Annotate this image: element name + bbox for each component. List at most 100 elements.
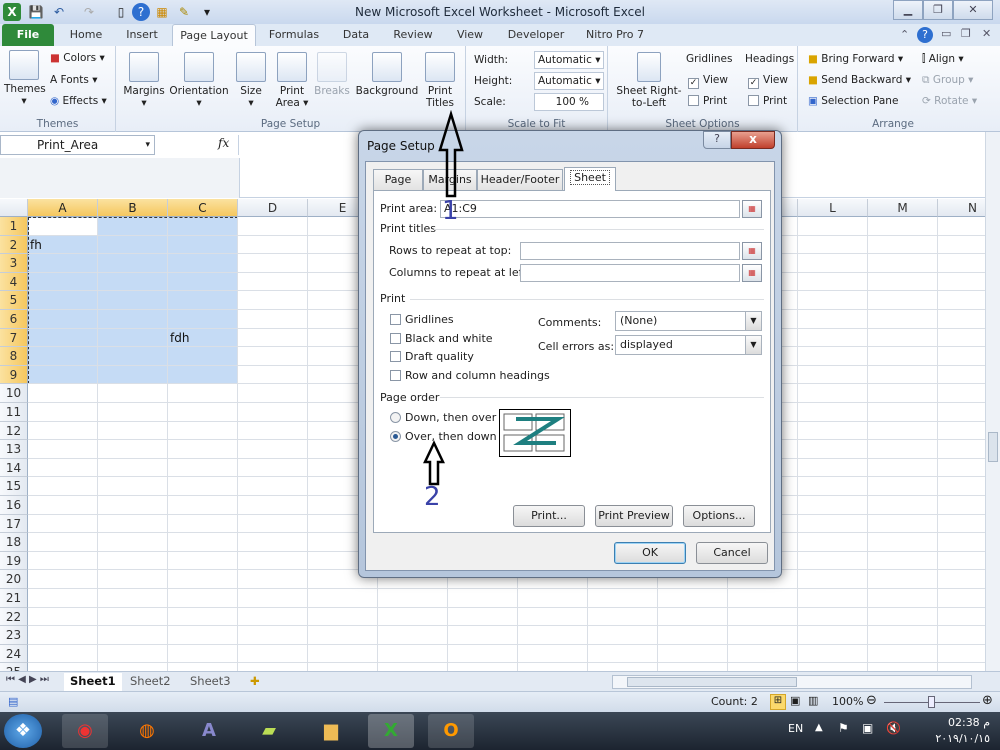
print-area-button[interactable]: Print Area ▾ — [274, 52, 310, 109]
collapse-dialog-icon[interactable]: ▦ — [742, 200, 762, 218]
row-header[interactable]: 16 — [0, 496, 28, 515]
width-dropdown[interactable]: Automatic ▾ — [534, 51, 604, 69]
row-header[interactable]: 14 — [0, 458, 28, 478]
sheet-tab-sheet3[interactable]: Sheet3 — [184, 673, 237, 691]
cell-c7[interactable]: fdh — [168, 329, 189, 347]
margins-button[interactable]: Margins ▾ — [122, 52, 166, 109]
zoom-in-button[interactable]: ⊕ — [982, 693, 993, 708]
scroll-thumb[interactable] — [988, 432, 998, 462]
cols-repeat-input[interactable] — [520, 264, 740, 282]
volume-muted-icon[interactable]: 🔇 — [886, 721, 901, 735]
print-titles-button[interactable]: Print Titles — [422, 52, 458, 109]
tab-insert[interactable]: Insert — [118, 24, 166, 46]
tab-formulas[interactable]: Formulas — [264, 24, 324, 46]
cell-a2[interactable]: fh — [28, 236, 42, 254]
sheet-rtl-button[interactable]: Sheet Right-to-Left — [612, 52, 686, 109]
collapse-dialog-icon[interactable]: ▦ — [742, 242, 762, 260]
selected-range[interactable] — [28, 217, 238, 385]
app-a-icon[interactable]: A — [186, 714, 232, 748]
column-header[interactable]: D — [238, 199, 308, 217]
row-header[interactable]: 10 — [0, 384, 28, 403]
macro-record-icon[interactable]: ▤ — [8, 695, 18, 708]
selection-pane-button[interactable]: ▣ Selection Pane — [808, 95, 898, 107]
insert-sheet-icon[interactable]: ✚ — [244, 673, 266, 691]
clock-time[interactable]: 02:38 م — [928, 716, 990, 729]
dialog-tab-header-footer[interactable]: Header/Footer — [477, 169, 563, 190]
options-button[interactable]: Options... — [683, 505, 755, 527]
column-header[interactable]: A — [28, 199, 98, 217]
tab-developer[interactable]: Developer — [504, 24, 568, 46]
row-header[interactable]: 6 — [0, 310, 28, 329]
firefox-icon[interactable]: ◍ — [124, 714, 170, 748]
dialog-close-button[interactable]: x — [731, 131, 775, 149]
language-indicator[interactable]: EN — [788, 722, 803, 735]
tab-data[interactable]: Data — [336, 24, 376, 46]
active-cell[interactable] — [29, 218, 98, 236]
tab-file[interactable]: File — [2, 24, 54, 46]
row-header[interactable]: 12 — [0, 421, 28, 441]
row-header[interactable]: 7 — [0, 328, 28, 348]
sticky-notes-icon[interactable]: ▰ — [246, 714, 292, 748]
print-preview-button[interactable]: Print Preview — [595, 505, 673, 527]
row-header[interactable]: 9 — [0, 365, 28, 385]
tray-expand-icon[interactable]: ▲ — [815, 722, 823, 733]
align-button[interactable]: ⫿ Align ▾ — [922, 53, 964, 66]
bring-forward-button[interactable]: ■ Bring Forward ▾ — [808, 53, 903, 65]
group-button[interactable]: ⧉ Group ▾ — [922, 74, 973, 87]
cancel-button[interactable]: Cancel — [696, 542, 768, 564]
scale-spinner[interactable]: 100 % — [534, 93, 604, 111]
row-header[interactable]: 5 — [0, 291, 28, 310]
zoom-out-button[interactable]: ⊖ — [866, 693, 877, 708]
horizontal-scrollbar[interactable] — [612, 675, 972, 689]
tab-view[interactable]: View — [448, 24, 492, 46]
themes-button[interactable]: Themes ▾ — [4, 50, 46, 107]
row-header[interactable]: 4 — [0, 272, 28, 292]
row-header[interactable]: 25 — [0, 663, 28, 671]
background-button[interactable]: Background — [354, 52, 420, 97]
sheet-tab-sheet1[interactable]: Sheet1 — [64, 673, 122, 691]
breaks-button[interactable]: Breaks — [314, 52, 350, 97]
excel-taskbar-icon[interactable]: X — [368, 714, 414, 748]
row-header[interactable]: 21 — [0, 589, 28, 608]
row-header[interactable]: 1 — [0, 217, 28, 236]
file-explorer-icon[interactable]: ▆ — [308, 714, 354, 748]
row-header[interactable]: 17 — [0, 514, 28, 534]
gridlines-checkbox[interactable]: Gridlines — [390, 313, 454, 326]
down-then-over-radio[interactable]: Down, then over — [390, 411, 496, 424]
tab-nitro[interactable]: Nitro Pro 7 — [580, 24, 650, 46]
headings-view-checkbox[interactable]: ✓ View — [748, 74, 788, 89]
row-header[interactable]: 23 — [0, 626, 28, 645]
gridlines-print-checkbox[interactable]: Print — [688, 95, 727, 107]
row-header[interactable]: 11 — [0, 403, 28, 422]
row-header[interactable]: 22 — [0, 607, 28, 627]
network-icon[interactable]: ▣ — [862, 721, 873, 735]
size-button[interactable]: Size ▾ — [236, 52, 266, 109]
start-button[interactable]: ❖ — [4, 714, 42, 748]
orientation-button[interactable]: Orientation ▾ — [168, 52, 230, 109]
fonts-button[interactable]: A Fonts ▾ — [50, 74, 97, 86]
colors-button[interactable]: ■ Colors ▾ — [50, 52, 105, 64]
row-header[interactable]: 19 — [0, 551, 28, 571]
minimize-ribbon-icon[interactable]: ⌃ — [900, 28, 909, 41]
page-break-view-button[interactable]: ▥ — [808, 694, 818, 707]
black-white-checkbox[interactable]: Black and white — [390, 332, 493, 345]
print-button[interactable]: Print... — [513, 505, 585, 527]
row-col-headings-checkbox[interactable]: Row and column headings — [390, 369, 550, 382]
name-box[interactable]: Print_Area ▾ — [0, 135, 155, 155]
chrome-icon[interactable]: ◉ — [62, 714, 108, 748]
draft-quality-checkbox[interactable]: Draft quality — [390, 350, 474, 363]
dialog-tab-sheet[interactable]: Sheet — [564, 167, 616, 191]
column-header[interactable]: C — [168, 199, 238, 217]
rows-repeat-input[interactable] — [520, 242, 740, 260]
dialog-tab-page[interactable]: Page — [373, 169, 423, 190]
insert-function-icon[interactable]: fx — [218, 136, 229, 150]
row-header[interactable]: 3 — [0, 254, 28, 273]
column-header[interactable]: N — [938, 199, 985, 217]
tab-review[interactable]: Review — [388, 24, 438, 46]
row-header[interactable]: 18 — [0, 533, 28, 552]
zoom-level[interactable]: 100% — [832, 695, 863, 708]
column-header[interactable]: L — [798, 199, 868, 217]
workbook-close-icon[interactable]: ✕ — [982, 27, 991, 40]
ok-button[interactable]: OK — [614, 542, 686, 564]
rotate-button[interactable]: ⟳ Rotate ▾ — [922, 95, 977, 107]
